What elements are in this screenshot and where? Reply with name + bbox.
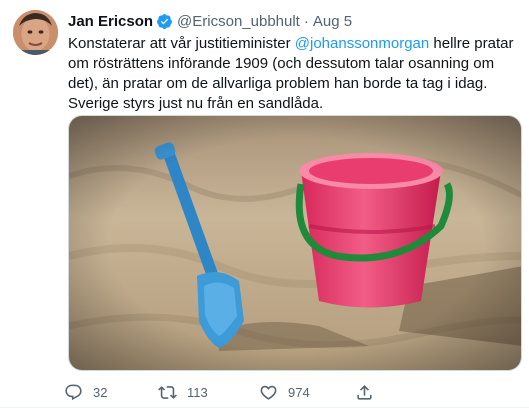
retweet-count: 113 [187,384,208,400]
author-name[interactable]: Jan Ericson [68,13,153,30]
share-button[interactable] [355,383,395,402]
tweet-header: Jan Ericson @Ericson_ubbhult · Aug 5 [68,11,352,31]
tweet-actions: 32 113 974 [64,376,395,408]
verified-badge-icon [157,13,172,29]
share-icon [357,384,372,400]
heart-icon [260,385,277,400]
retweet-button[interactable]: 113 [158,383,259,402]
avatar[interactable] [13,10,58,55]
tweet-date[interactable]: Aug 5 [313,13,352,30]
reply-icon [65,384,82,400]
tweet-image[interactable] [68,115,522,371]
reply-button[interactable]: 32 [64,383,158,402]
mention-link[interactable]: @johanssonmorgan [295,35,429,52]
separator-dot: · [303,12,309,30]
retweet-icon [158,385,177,399]
tweet-text: Konstaterar att vår justitieminister @jo… [68,34,520,114]
tweet-text-part: Konstaterar att vår justitieminister [68,35,295,52]
sand-bucket-photo [69,116,521,370]
tweet-card[interactable]: Jan Ericson @Ericson_ubbhult · Aug 5 Kon… [0,0,529,408]
like-button[interactable]: 974 [259,383,355,402]
reply-count: 32 [93,384,108,400]
author-handle[interactable]: @Ericson_ubbhult [177,13,300,30]
like-count: 974 [288,384,310,400]
